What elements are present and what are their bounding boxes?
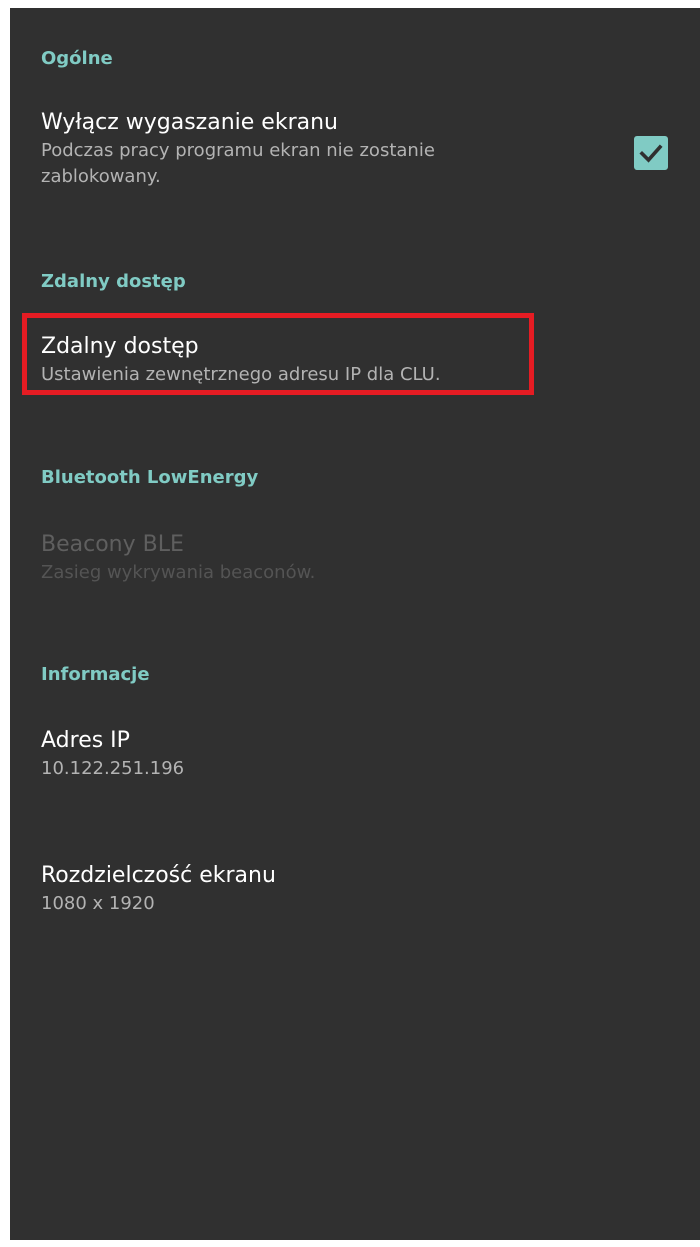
section-header-general: Ogólne: [41, 48, 113, 69]
section-header-bluetooth: Bluetooth LowEnergy: [41, 467, 259, 488]
settings-screen: Ogólne Wyłącz wygaszanie ekranu Podczas …: [10, 8, 700, 1240]
pref-summary: Zasieg wykrywania beaconów.: [41, 562, 316, 583]
ip-address-value: 10.122.251.196: [41, 758, 185, 779]
pref-ble-beacons: Beacony BLE Zasieg wykrywania beaconów.: [41, 530, 315, 586]
pref-title: Rozdzielczość ekranu: [41, 863, 276, 888]
section-header-info: Informacje: [41, 664, 150, 685]
pref-disable-screen-timeout[interactable]: Wyłącz wygaszanie ekranu Podczas pracy p…: [41, 108, 601, 190]
pref-title: Adres IP: [41, 728, 130, 753]
pref-title: Wyłącz wygaszanie ekranu: [41, 110, 338, 135]
check-icon: [639, 144, 663, 163]
pref-summary: Podczas pracy programu ekran nie zostani…: [41, 140, 435, 187]
pref-title: Beacony BLE: [41, 532, 184, 557]
screen-timeout-checkbox[interactable]: [634, 136, 668, 170]
highlight-box: [22, 313, 534, 395]
section-header-remote: Zdalny dostęp: [41, 271, 186, 292]
resolution-value: 1080 x 1920: [41, 893, 155, 914]
pref-ip-address[interactable]: Adres IP 10.122.251.196: [41, 726, 184, 782]
pref-screen-resolution[interactable]: Rozdzielczość ekranu 1080 x 1920: [41, 861, 276, 917]
